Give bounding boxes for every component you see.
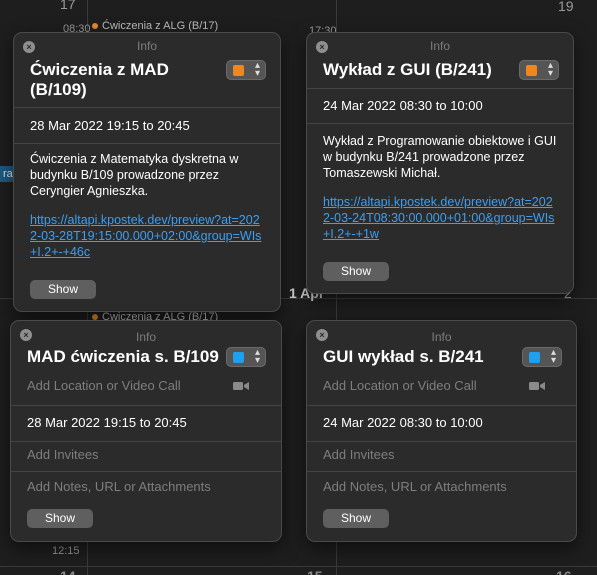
event-datetime[interactable]: 24 Mar 2022 08:30 to 10:00 [323, 415, 483, 430]
day-number: 17 [60, 0, 76, 12]
calendar-event[interactable]: Ćwiczenia z ALG (B/17) [92, 20, 218, 32]
event-dot [92, 23, 98, 30]
divider [307, 88, 573, 89]
event-datetime[interactable]: 24 Mar 2022 08:30 to 10:00 [323, 98, 483, 113]
show-button[interactable]: Show [323, 509, 389, 528]
location-field[interactable]: Add Location or Video Call [323, 378, 477, 393]
event-time: 12:15 [52, 545, 80, 557]
calendar-color-select[interactable]: ▴ ▾ [226, 60, 266, 80]
day-number: 14 [60, 568, 76, 575]
event-datetime[interactable]: 28 Mar 2022 19:15 to 20:45 [27, 415, 187, 430]
event-title[interactable]: MAD ćwiczenia s. B/109 [27, 347, 227, 367]
chevron-updown-icon: ▴ ▾ [254, 60, 260, 79]
divider [14, 143, 280, 144]
location-field[interactable]: Add Location or Video Call [27, 378, 181, 393]
event-link[interactable]: https://altapi.kpostek.dev/preview?at=20… [323, 194, 559, 242]
color-swatch-icon [529, 352, 540, 363]
calendar-color-select[interactable]: ▴ ▾ [226, 347, 266, 367]
show-button[interactable]: Show [323, 262, 389, 281]
divider [11, 405, 281, 406]
divider [307, 471, 576, 472]
color-swatch-icon [526, 65, 537, 76]
divider [307, 123, 573, 124]
invitees-field[interactable]: Add Invitees [27, 447, 99, 462]
color-swatch-icon [233, 65, 244, 76]
color-swatch-icon [233, 352, 244, 363]
notes-field[interactable]: Add Notes, URL or Attachments [323, 479, 507, 494]
event-title[interactable]: Wykład z GUI (B/241) [323, 60, 523, 80]
divider [11, 471, 281, 472]
event-title[interactable]: Ćwiczenia z MAD (B/109) [30, 60, 230, 100]
video-camera-icon[interactable] [233, 381, 249, 391]
day-number: 16 [556, 568, 572, 575]
event-edit-popover: × Info GUI wykład s. B/241 ▴ ▾ Add Locati… [306, 320, 577, 542]
event-title[interactable]: GUI wykład s. B/241 [323, 347, 523, 367]
show-button[interactable]: Show [27, 509, 93, 528]
show-button[interactable]: Show [30, 280, 96, 299]
popover-header: Info [431, 330, 452, 344]
divider [307, 441, 576, 442]
event-datetime[interactable]: 28 Mar 2022 19:15 to 20:45 [30, 118, 190, 133]
event-link[interactable]: https://altapi.kpostek.dev/preview?at=20… [30, 212, 266, 260]
calendar-color-select[interactable]: ▴ ▾ [519, 60, 559, 80]
divider [14, 107, 280, 108]
calendar-color-select[interactable]: ▴ ▾ [522, 347, 562, 367]
chevron-updown-icon: ▴ ▾ [254, 347, 260, 366]
notes-field[interactable]: Add Notes, URL or Attachments [27, 479, 211, 494]
day-number: 15 [307, 568, 323, 575]
event-description: Wykład z Programowanie obiektowe i GUI w… [323, 134, 557, 180]
popover-header: Info [136, 39, 157, 53]
divider [307, 405, 576, 406]
day-number: 19 [558, 0, 574, 14]
event-description: Ćwiczenia z Matematyka dyskretna w budyn… [30, 152, 239, 198]
popover-header: Info [135, 330, 156, 344]
event-info-popover: × Info Ćwiczenia z MAD (B/109) ▴ ▾ 28 Mar… [13, 32, 281, 312]
chevron-updown-icon: ▴ ▾ [547, 60, 553, 79]
event-label: Ćwiczenia z ALG (B/17) [102, 20, 219, 32]
invitees-field[interactable]: Add Invitees [323, 447, 395, 462]
popover-header: Info [429, 39, 450, 53]
event-info-popover: × Info Wykład z GUI (B/241) ▴ ▾ 24 Mar 20… [306, 32, 574, 294]
divider [11, 441, 281, 442]
event-edit-popover: × Info MAD ćwiczenia s. B/109 ▴ ▾ Add Loc… [10, 320, 282, 542]
video-camera-icon[interactable] [529, 381, 545, 391]
chevron-updown-icon: ▴ ▾ [550, 347, 556, 366]
grid-line [0, 566, 597, 567]
